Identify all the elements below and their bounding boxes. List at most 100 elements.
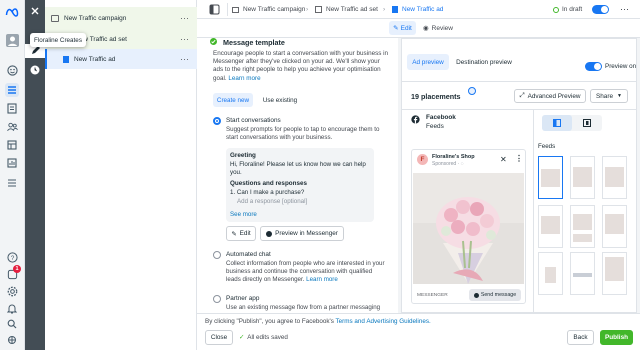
platform-placement: Feeds [426, 123, 444, 130]
tree-item-ad[interactable]: New Traffic ad ⋯ [45, 49, 197, 69]
option-automated-chat-radio[interactable] [213, 251, 221, 259]
campaign-tree: New Traffic campaign ⋯ New Traffic ad se… [45, 0, 197, 350]
audience-icon[interactable] [5, 120, 19, 134]
placement-thumbnail[interactable] [570, 252, 595, 295]
placement-thumbnail[interactable] [538, 156, 563, 199]
tab-destination-preview[interactable]: Destination preview [454, 54, 514, 70]
catalog-icon[interactable] [5, 138, 19, 152]
footer-bar: By clicking "Publish", you agree to Face… [197, 313, 640, 350]
publish-agreement-text: By clicking "Publish", you agree to Face… [205, 318, 431, 325]
greeting-label: Greeting [230, 152, 256, 159]
notification-badge: 1 [13, 265, 21, 273]
advanced-preview-label: Advanced Preview [527, 92, 581, 100]
breadcrumb-separator: › [306, 6, 309, 13]
placement-thumbnail[interactable] [538, 252, 563, 295]
close-icon[interactable] [29, 5, 41, 17]
page-name: Floraline's Shop [432, 154, 475, 160]
advanced-preview-button[interactable]: ⤢ Advanced Preview [514, 89, 586, 103]
review-mode-button[interactable]: ◉ Review [420, 21, 456, 35]
notifications-icon[interactable]: 1 [5, 265, 21, 281]
edit-mode-button[interactable]: ✎ Edit [389, 21, 416, 35]
feed-view-icon[interactable] [542, 115, 572, 131]
share-button[interactable]: Share ▼ [590, 89, 628, 103]
close-button[interactable]: Close [205, 330, 233, 345]
questions-label: Questions and responses [230, 180, 307, 187]
preview-in-messenger-label: Preview in Messenger [275, 230, 338, 237]
preview-card: Ad preview Destination preview Preview o… [401, 38, 637, 314]
breadcrumb-ad[interactable]: New Traffic ad [392, 0, 443, 19]
preview-in-messenger-button[interactable]: Preview in Messenger [260, 226, 344, 241]
ad-on-off-toggle[interactable] [592, 5, 609, 14]
meta-logo-icon[interactable] [5, 5, 19, 19]
option-automated-chat-title: Automated chat [226, 251, 271, 258]
tree-item-campaign[interactable]: New Traffic campaign ⋯ [45, 7, 197, 29]
placement-thumbnail[interactable] [570, 156, 595, 199]
preview-on-toggle[interactable] [585, 62, 602, 71]
option-partner-app-radio[interactable] [213, 295, 221, 303]
feeds-section-label: Feeds [538, 143, 556, 150]
breadcrumb-adset-label: New Traffic ad set [326, 6, 378, 13]
preview-panel: Ad preview Destination preview Preview o… [398, 38, 640, 314]
avatar[interactable] [5, 33, 19, 47]
more-options-icon[interactable]: ⋯ [180, 34, 189, 45]
preview-on-label: Preview on [605, 63, 637, 70]
placement-thumbnail[interactable] [602, 156, 627, 199]
learn-more-link[interactable]: Learn more [228, 75, 260, 82]
editor-nav-strip [25, 0, 45, 350]
tab-use-existing[interactable]: Use existing [258, 93, 302, 107]
breadcrumb-campaign[interactable]: New Traffic campaign [232, 0, 305, 19]
platform-name: Facebook [426, 114, 456, 121]
help-icon[interactable]: ? [5, 250, 19, 264]
placement-thumbnail[interactable] [538, 205, 563, 248]
page-avatar: F [417, 154, 428, 165]
search-icon[interactable] [5, 317, 19, 331]
breadcrumb-adset[interactable]: New Traffic ad set [315, 0, 378, 19]
publish-button[interactable]: Publish [600, 330, 633, 345]
draft-status: In draft [553, 0, 582, 19]
template-preview-card: Greeting Hi, Floraline! Please let us kn… [226, 148, 374, 222]
see-more-link[interactable]: See more [230, 211, 257, 218]
placement-thumbnail[interactable] [602, 205, 627, 248]
send-message-button[interactable]: Send message [469, 289, 521, 301]
folder-icon [232, 6, 239, 13]
divider [402, 109, 636, 110]
close-icon[interactable]: ✕ [500, 155, 507, 164]
campaigns-table-icon[interactable] [5, 83, 19, 97]
automated-chat-learn-more-link[interactable]: Learn more [306, 276, 338, 283]
edit-mode-label: Edit [400, 24, 412, 32]
pages-icon[interactable] [5, 101, 19, 115]
response-placeholder[interactable]: Add a response [optional] [237, 198, 307, 205]
edit-template-button[interactable]: ✎ Edit [226, 226, 256, 241]
ad-editor-panel: Message template Encourage people to sta… [197, 38, 398, 313]
check-icon: ✓ [239, 334, 245, 341]
history-clock-icon[interactable] [29, 64, 41, 76]
placement-thumbnail[interactable] [602, 252, 627, 295]
smiley-icon[interactable] [5, 63, 19, 77]
tab-create-new[interactable]: Create new [213, 93, 253, 107]
adset-grid-icon [315, 6, 322, 13]
tab-ad-preview[interactable]: Ad preview [407, 54, 449, 70]
terms-link[interactable]: Terms and Advertising Guidelines. [336, 318, 431, 325]
story-view-icon[interactable] [572, 115, 602, 131]
bug-report-icon[interactable] [5, 333, 19, 347]
more-options-icon[interactable]: ⋯ [180, 13, 189, 24]
review-mode-label: Review [431, 24, 453, 32]
more-vertical-icon[interactable]: ⋮ [515, 154, 523, 163]
back-button[interactable]: Back [567, 330, 594, 345]
expand-icon: ⤢ [519, 92, 525, 99]
more-options-icon[interactable]: ⋯ [180, 54, 189, 65]
bell-icon[interactable] [5, 301, 19, 315]
sponsored-label: Sponsored · ◌ [432, 161, 464, 167]
placements-info-icon[interactable] [468, 87, 476, 95]
messenger-icon [473, 292, 479, 298]
settings-gear-icon[interactable] [5, 284, 19, 298]
sidebar-toggle-icon[interactable] [209, 4, 220, 15]
placement-thumbnail[interactable] [570, 205, 595, 248]
option-start-conversations-radio[interactable] [213, 117, 221, 125]
reports-icon[interactable] [5, 156, 19, 170]
breadcrumb-separator: › [383, 6, 386, 13]
menu-icon[interactable] [5, 176, 19, 190]
more-options-icon[interactable]: ⋯ [620, 0, 629, 19]
divider [227, 3, 228, 16]
top-bar: New Traffic campaign › New Traffic ad se… [197, 0, 640, 19]
